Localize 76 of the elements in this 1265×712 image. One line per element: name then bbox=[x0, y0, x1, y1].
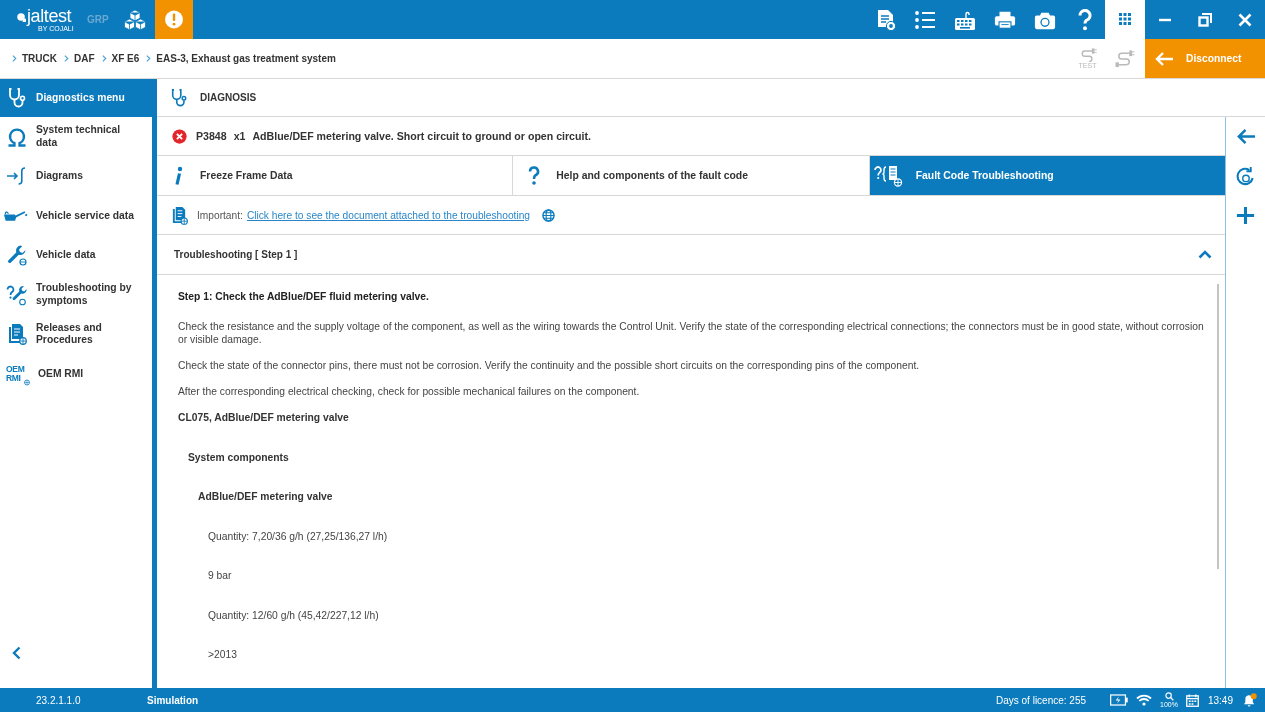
troubleshooting-icon bbox=[873, 164, 904, 187]
logo-text: jaltest bbox=[27, 6, 72, 25]
fault-count: x1 bbox=[233, 130, 246, 142]
error-icon bbox=[172, 128, 187, 144]
calendar-icon bbox=[1185, 693, 1199, 707]
tab[interactable]: Fault Code Troubleshooting bbox=[869, 156, 1225, 195]
logo-mark-icon bbox=[17, 12, 26, 22]
documents-icon bbox=[6, 323, 28, 346]
sidebar-item[interactable]: System technical data bbox=[0, 117, 152, 157]
sidebar-item[interactable]: Vehicle service data bbox=[0, 196, 152, 236]
sidebar-item[interactable]: Diagrams bbox=[0, 156, 152, 196]
wifi-icon bbox=[1136, 694, 1153, 706]
component-heading: AdBlue/DEF metering valve bbox=[198, 491, 333, 502]
globe-icon[interactable] bbox=[542, 208, 556, 222]
tab[interactable]: Freeze Frame Data bbox=[157, 156, 514, 195]
paragraph: After the corresponding electrical checking, check for possible mechanical failures on the component. bbox=[178, 385, 641, 398]
component-heading: System components bbox=[188, 451, 289, 463]
alert-icon[interactable] bbox=[155, 0, 193, 39]
notice-label: Important: bbox=[197, 209, 243, 221]
bell-icon[interactable] bbox=[1243, 693, 1257, 707]
breadcrumb-item[interactable]: TRUCK bbox=[22, 53, 57, 64]
sidebar-item[interactable]: Releases and Procedures bbox=[0, 314, 152, 354]
version-text: 23.2.1.1.0 bbox=[36, 694, 82, 706]
wrench-icon bbox=[6, 244, 28, 267]
globe-icon bbox=[24, 378, 30, 386]
chevron-right-icon bbox=[146, 54, 152, 63]
component-heading: CL075, AdBlue/DEF metering valve bbox=[178, 412, 349, 423]
fault-description: AdBlue/DEF metering valve. Short circuit to ground or open circuit. bbox=[252, 130, 591, 142]
arrow-left-icon bbox=[1154, 50, 1174, 67]
chevron-up-icon[interactable] bbox=[1198, 250, 1212, 259]
breadcrumb-item[interactable]: DAF bbox=[74, 53, 95, 64]
component-spec: >2013 bbox=[208, 649, 237, 660]
component-spec: Quantity: 12/60 g/h (45,42/227,12 l/h) bbox=[208, 609, 379, 621]
sidebar-item[interactable]: Vehicle data bbox=[0, 235, 152, 275]
sidebar-item[interactable]: OEM RMI OEM RMI bbox=[0, 354, 152, 394]
cubes-icon[interactable] bbox=[123, 8, 147, 31]
chevron-left-icon[interactable] bbox=[12, 646, 21, 660]
section-title: Troubleshooting [ Step 1 ] bbox=[174, 249, 298, 260]
mode-label: GRP bbox=[87, 14, 110, 25]
plus-icon[interactable] bbox=[1235, 205, 1256, 227]
help-icon bbox=[528, 165, 541, 186]
mode-text: Simulation bbox=[147, 694, 199, 706]
arrow-curve-icon bbox=[6, 165, 28, 188]
oem-rmi-mark: OEM RMI bbox=[6, 364, 24, 383]
tab[interactable]: Help and components of the fault code bbox=[513, 156, 870, 195]
component-spec: 9 bar bbox=[208, 570, 232, 581]
stethoscope-icon bbox=[170, 87, 188, 108]
document-link[interactable]: Click here to see the document attached to the troubleshooting bbox=[246, 209, 531, 221]
clock-text: 13:49 bbox=[1207, 694, 1233, 706]
component-spec: Quantity: 7,20/36 g/h (27,25/136,27 l/h) bbox=[208, 530, 388, 542]
paragraph: Check the state of the connector pins, there must not be corrosion. Verify the continuity and the possible short circuits on the corresponding pins of the component. bbox=[178, 359, 921, 372]
battery-icon bbox=[1110, 694, 1129, 706]
sidebar-item[interactable]: Diagnostics menu bbox=[0, 79, 152, 117]
licence-text: Days of licence: 255 bbox=[996, 694, 1087, 706]
stethoscope-icon bbox=[6, 87, 28, 109]
omega-icon bbox=[6, 125, 28, 148]
chevron-right-icon bbox=[64, 54, 69, 63]
chevron-right-icon bbox=[101, 54, 107, 63]
breadcrumb-item[interactable]: XF E6 bbox=[111, 53, 140, 64]
page-title: DIAGNOSIS bbox=[200, 92, 257, 103]
oil-can-icon bbox=[3, 208, 28, 224]
breadcrumb-item[interactable]: EAS-3, Exhaust gas treatment system bbox=[156, 53, 336, 64]
zoom-icon bbox=[1164, 691, 1174, 701]
fault-code: P3848 bbox=[196, 130, 227, 142]
scrollbar-thumb[interactable] bbox=[1217, 284, 1219, 569]
chevron-right-icon bbox=[12, 54, 17, 63]
question-wrench-icon bbox=[6, 283, 28, 306]
step-heading: Step 1: Check the AdBlue/DEF fluid metering valve. bbox=[178, 290, 430, 303]
sidebar-item[interactable]: Troubleshooting by symptoms bbox=[0, 275, 152, 315]
circular-arrow-icon[interactable] bbox=[1235, 165, 1256, 187]
list-icon[interactable] bbox=[914, 8, 936, 31]
close-icon[interactable] bbox=[1238, 12, 1252, 27]
restore-icon[interactable] bbox=[1198, 12, 1212, 27]
paragraph: Check the resistance and the supply voltage of the component, as well as the wiring towards the Control Unit. Verify the state of the corresponding electrical connections; the connectors must be in good state, without corrosion or visible damage. bbox=[178, 320, 1205, 346]
apps-button[interactable] bbox=[1105, 0, 1145, 39]
document-globe-icon bbox=[171, 205, 188, 225]
